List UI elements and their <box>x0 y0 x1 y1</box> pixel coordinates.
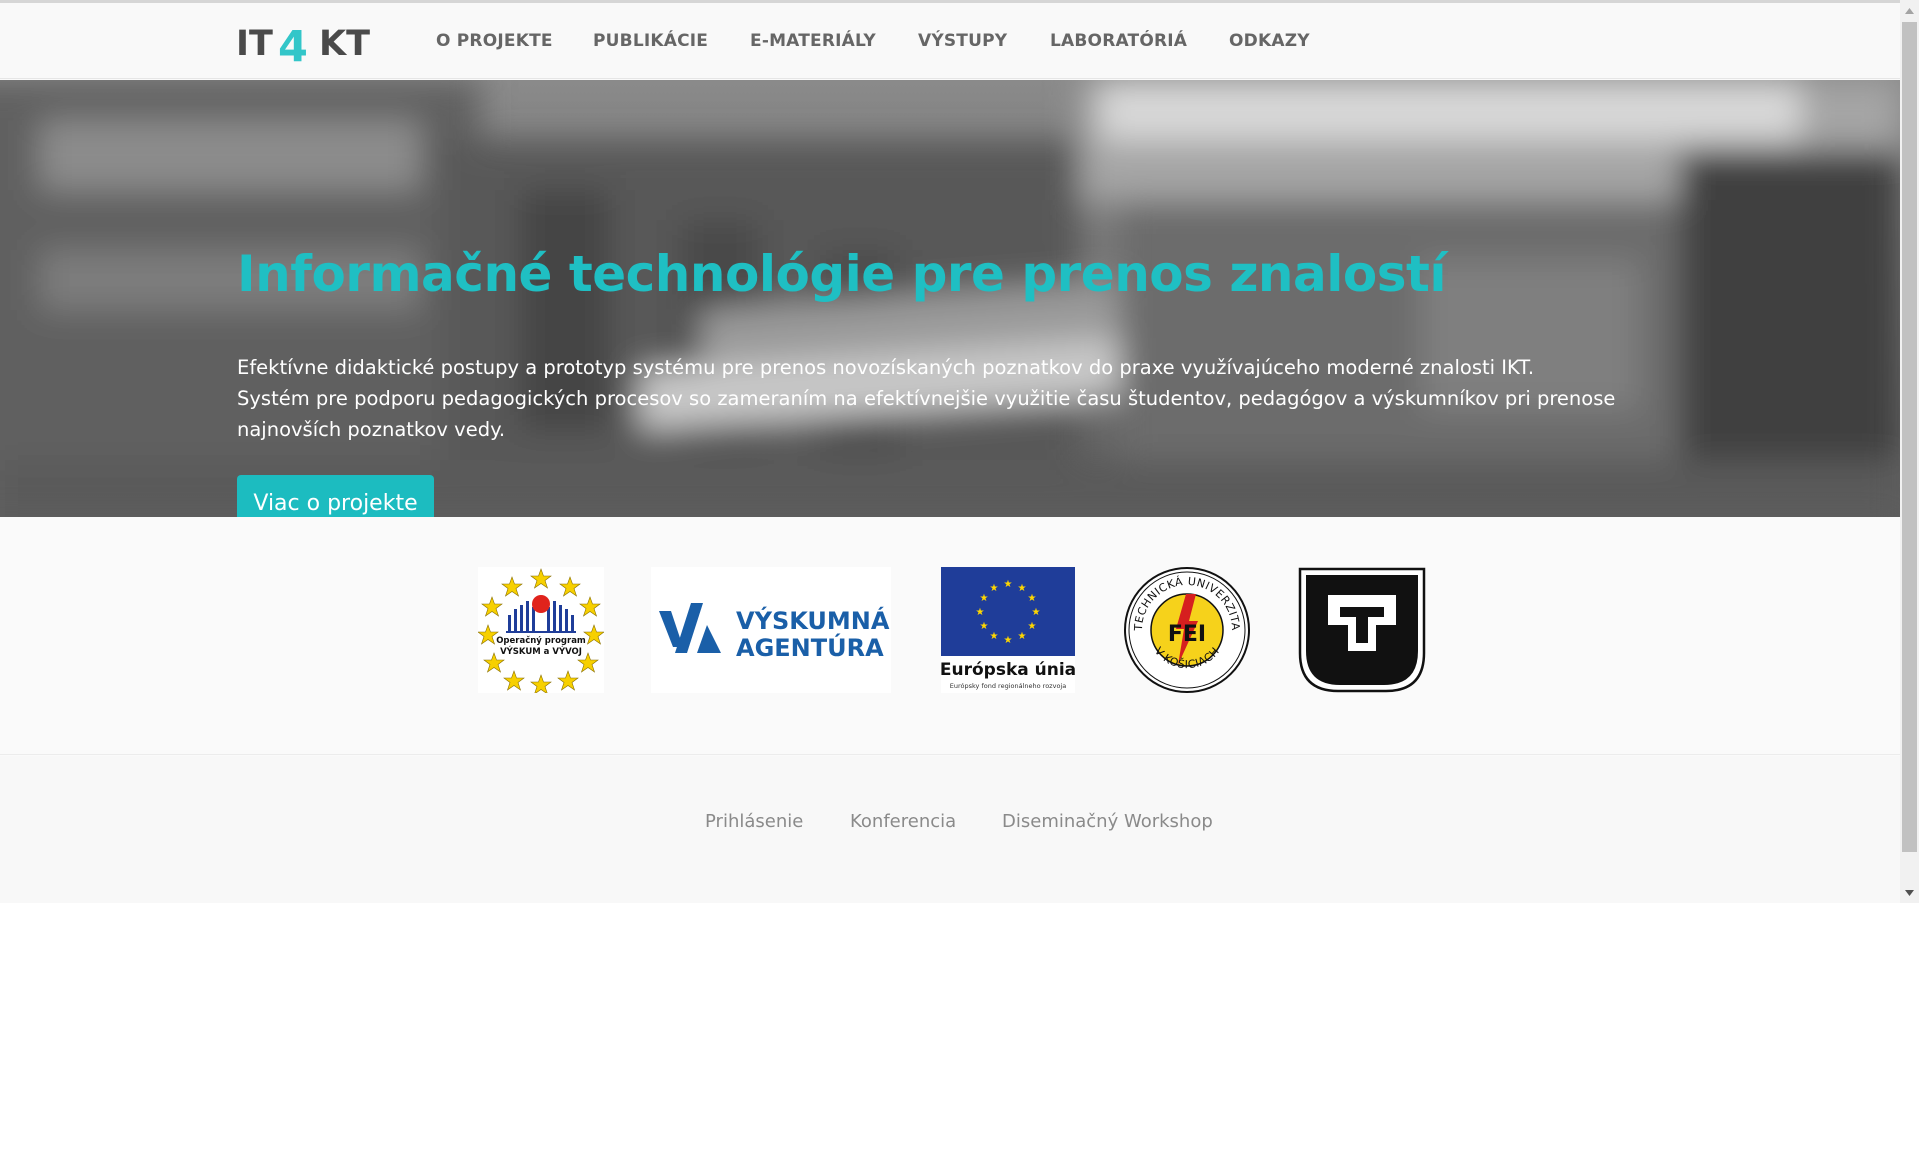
hero-banner: Informačné technológie pre prenos znalos… <box>0 80 1900 517</box>
eu-subtitle: Európsky fond regionálneho rozvoja <box>950 682 1066 690</box>
vertical-scrollbar[interactable] <box>1900 0 1919 903</box>
svg-text:★: ★ <box>980 621 989 632</box>
scrollbar-thumb[interactable] <box>1902 22 1917 852</box>
svg-text:★: ★ <box>1004 579 1013 590</box>
svg-text:★: ★ <box>1004 635 1013 646</box>
svg-text:★: ★ <box>976 607 985 618</box>
fei-letters: FEI <box>1168 622 1206 647</box>
hero-description-line: Systém pre podporu pedagogických proceso… <box>237 387 1616 410</box>
eu-title: Európska únia <box>941 660 1075 680</box>
svg-text:★: ★ <box>1028 593 1037 604</box>
logo-text-it: IT <box>236 24 273 63</box>
scroll-down-arrow-icon[interactable] <box>1900 884 1919 902</box>
page: IT 4 KT O PROJEKTE PUBLIKÁCIE E-MATERIÁL… <box>0 0 1900 903</box>
eu-logo[interactable]: ★ ★ ★ ★ ★ ★ ★ ★ ★ ★ ★ ★ Európska únia Eu… <box>940 567 1076 693</box>
svg-text:★: ★ <box>1018 583 1027 594</box>
nav-item-o-projekte[interactable]: O PROJEKTE <box>436 31 553 51</box>
fei-tuke-logo[interactable]: TECHNICKÁ UNIVERZITA V KOŠICIACH FEI <box>1124 567 1250 693</box>
tuke-logo[interactable] <box>1298 567 1426 693</box>
hero-description: Efektívne didaktické postupy a prototyp … <box>237 352 1637 445</box>
nav-item-laboratoria[interactable]: LABORATÓRIÁ <box>1050 31 1187 51</box>
footer-link-prihlasenie[interactable]: Prihlásenie <box>705 811 803 832</box>
footer-link-diseminacny-workshop[interactable]: Diseminačný Workshop <box>1002 811 1213 832</box>
logo-text-kt: KT <box>319 24 370 63</box>
hero-description-line: Efektívne didaktické postupy a prototyp … <box>237 356 1535 379</box>
partner-logos: Operačný program VÝSKUM a VÝVOJ VÝSKUMNÁ… <box>0 517 1900 755</box>
footer-link-konferencia[interactable]: Konferencia <box>850 811 956 832</box>
hero-description-line: najnovších poznatkov vedy. <box>237 418 506 441</box>
nav-item-e-materialy[interactable]: E-MATERIÁLY <box>750 31 876 51</box>
opvav-line2: VÝSKUM a VÝVOJ <box>500 645 582 657</box>
opvav-logo[interactable]: Operačný program VÝSKUM a VÝVOJ <box>477 567 605 695</box>
nav-item-odkazy[interactable]: ODKAZY <box>1229 31 1310 51</box>
nav-item-publikacie[interactable]: PUBLIKÁCIE <box>593 31 708 51</box>
nav-item-vystupy[interactable]: VÝSTUPY <box>918 31 1007 51</box>
logo-digit: 4 <box>278 22 308 63</box>
site-logo[interactable]: IT 4 KT <box>236 19 388 72</box>
va-line1: VÝSKUMNÁ <box>736 605 890 635</box>
svg-text:★: ★ <box>990 583 999 594</box>
svg-text:★: ★ <box>980 593 989 604</box>
svg-text:★: ★ <box>1028 621 1037 632</box>
hero-title: Informačné technológie pre prenos znalos… <box>237 245 1447 303</box>
svg-text:★: ★ <box>990 631 999 642</box>
navbar: IT 4 KT O PROJEKTE PUBLIKÁCIE E-MATERIÁL… <box>0 3 1900 79</box>
more-about-project-button[interactable]: Viac o projekte <box>237 475 434 517</box>
va-line2: AGENTÚRA <box>736 632 884 662</box>
svg-text:★: ★ <box>1018 631 1027 642</box>
opvav-line1: Operačný program <box>496 635 586 646</box>
footer: Prihlásenie Konferencia Diseminačný Work… <box>0 756 1900 903</box>
scroll-up-arrow-icon[interactable] <box>1900 2 1919 20</box>
svg-text:★: ★ <box>1032 607 1041 618</box>
vyskumna-agentura-logo[interactable]: VÝSKUMNÁ AGENTÚRA <box>651 567 891 693</box>
